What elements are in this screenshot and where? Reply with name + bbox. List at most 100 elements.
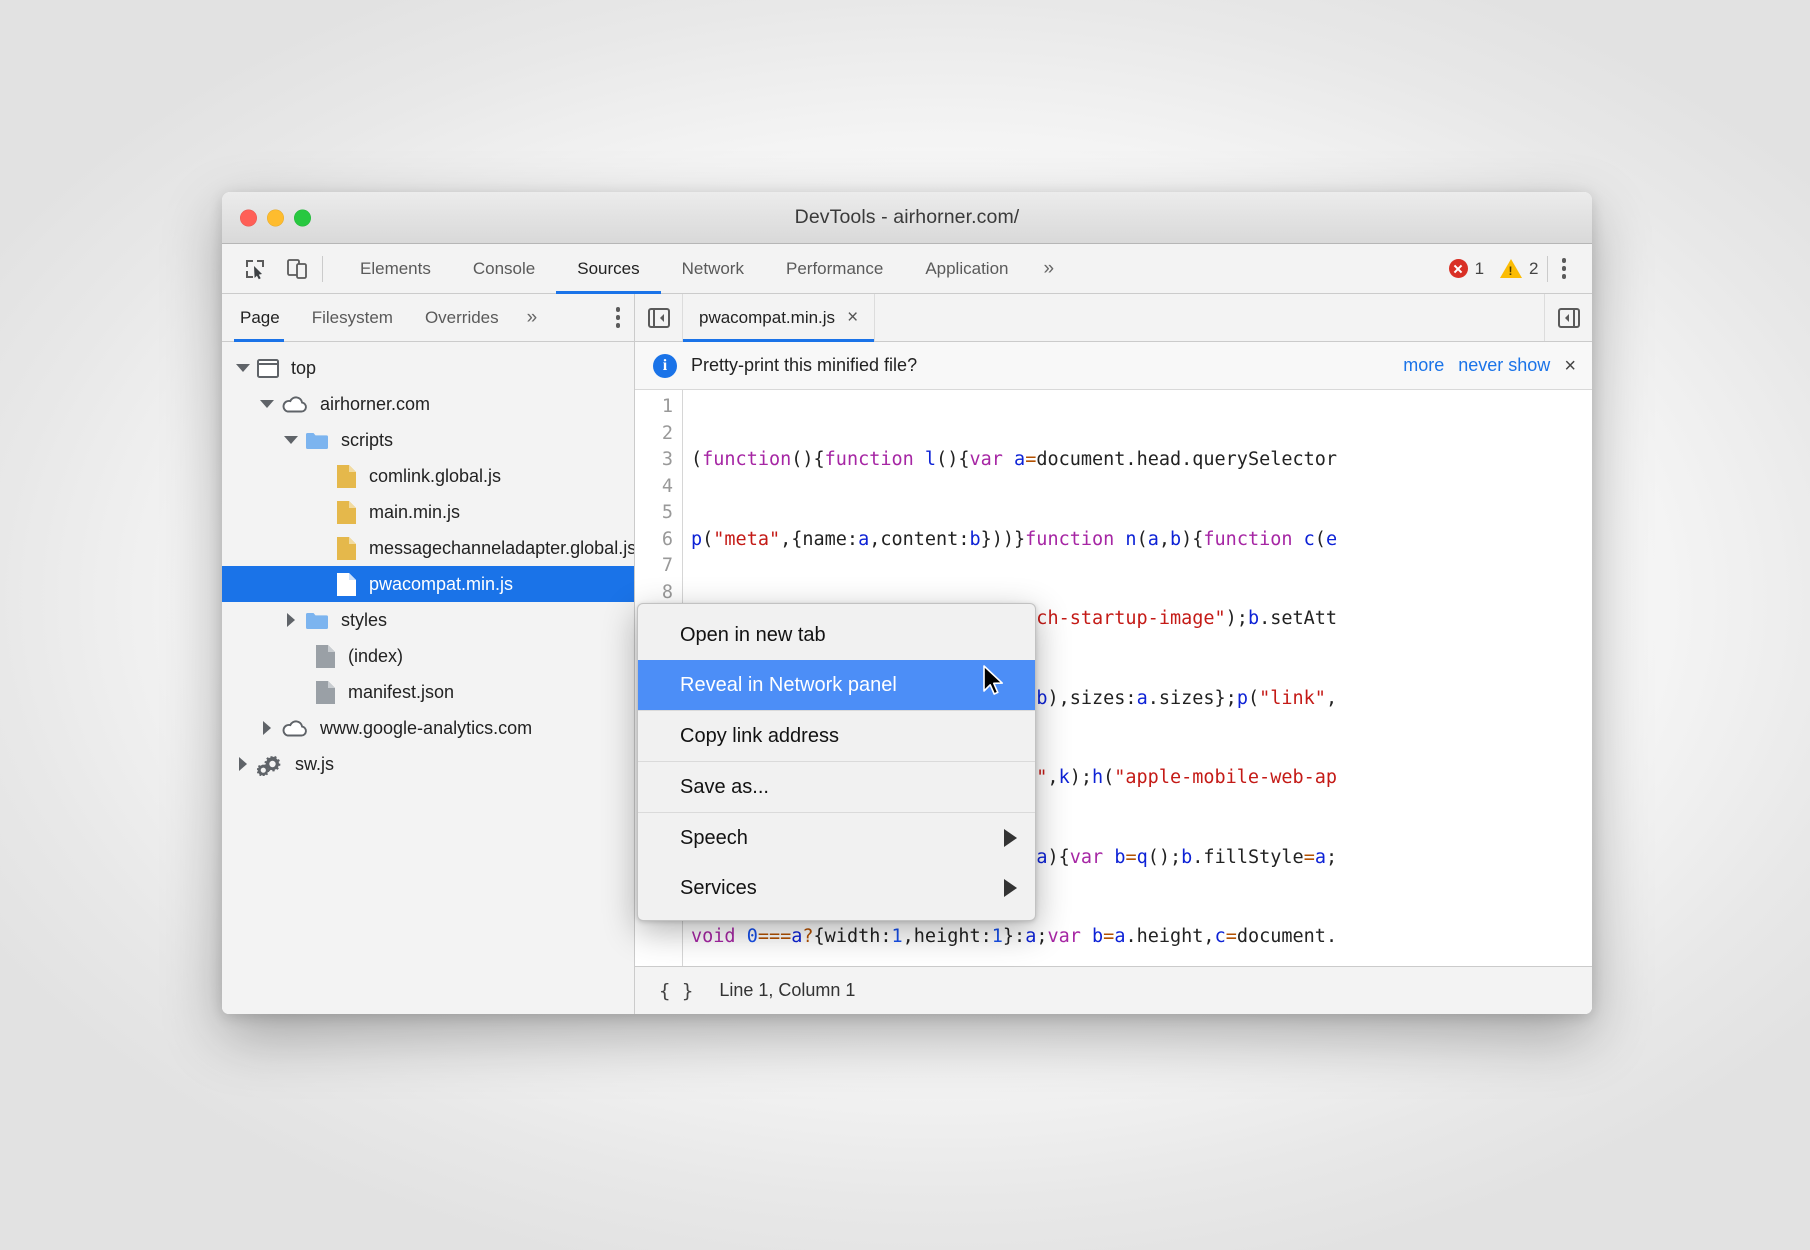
- menu-item-services[interactable]: Services: [638, 863, 1035, 913]
- menu-item-open-in-new-tab[interactable]: Open in new tab: [638, 610, 1035, 660]
- tree-item-label: manifest.json: [348, 682, 454, 703]
- zoom-window-button[interactable]: [294, 209, 311, 226]
- chevron-down-icon[interactable]: [284, 433, 298, 447]
- infobar-message: Pretty-print this minified file?: [691, 355, 917, 376]
- code-line: p("meta",{name:a,content:b}))}function n…: [691, 527, 1592, 554]
- editor-tab-label: pwacompat.min.js: [699, 308, 835, 328]
- tree-spacer: [315, 577, 329, 591]
- frame-icon: [257, 359, 279, 378]
- tab-network[interactable]: Network: [661, 244, 765, 293]
- infobar-more-link[interactable]: more: [1403, 355, 1444, 376]
- submenu-arrow-icon: [1004, 829, 1017, 847]
- traffic-light-buttons: [240, 209, 311, 226]
- tree-item-main-min-js[interactable]: main.min.js: [222, 494, 634, 530]
- tree-item-label: scripts: [341, 430, 393, 451]
- collapse-sidebar-icon[interactable]: [635, 294, 683, 341]
- code-line: (function(){function l(){var a=document.…: [691, 447, 1592, 474]
- tree-item-top[interactable]: top: [222, 350, 634, 386]
- menu-item-label: Reveal in Network panel: [680, 674, 897, 697]
- menu-item-speech[interactable]: Speech: [638, 813, 1035, 863]
- warning-count-badge[interactable]: 2: [1492, 259, 1546, 279]
- tree-item-label: main.min.js: [369, 502, 460, 523]
- chevron-down-icon[interactable]: [260, 397, 274, 411]
- tree-item-label: top: [291, 358, 316, 379]
- context-menu-group: Save as...: [638, 762, 1035, 813]
- tree-item-messagechanneladapter-global-js[interactable]: messagechanneladapter.global.js: [222, 530, 634, 566]
- tab-application-label: Application: [925, 259, 1008, 279]
- chevron-right-icon[interactable]: [284, 613, 298, 627]
- context-menu[interactable]: Open in new tab Reveal in Network panel …: [637, 603, 1036, 921]
- document-icon: [315, 680, 336, 705]
- tree-item-sw-js[interactable]: sw.js: [222, 746, 634, 782]
- screenshot-root: DevTools - airhorner.com/: [0, 0, 1810, 1250]
- close-infobar-icon[interactable]: ×: [1564, 356, 1576, 376]
- chevron-right-icon[interactable]: [236, 757, 250, 771]
- device-toolbar-icon[interactable]: [278, 250, 316, 288]
- infobar-never-show-link[interactable]: never show: [1458, 355, 1550, 376]
- tree-item-manifest-json[interactable]: manifest.json: [222, 674, 634, 710]
- code-line: void 0===a?{width:1,height:1}:a;var b=a.…: [691, 924, 1592, 951]
- tree-item-airhorner[interactable]: airhorner.com: [222, 386, 634, 422]
- more-nav-tabs-chevron-icon[interactable]: »: [515, 294, 550, 341]
- file-tree: top airhorner.com: [222, 342, 634, 1014]
- js-file-icon: [336, 464, 357, 489]
- close-tab-icon[interactable]: ×: [847, 308, 858, 327]
- tree-item-label: styles: [341, 610, 387, 631]
- inspect-element-icon[interactable]: [236, 250, 274, 288]
- nav-tab-filesystem[interactable]: Filesystem: [296, 294, 409, 341]
- tree-item-scripts[interactable]: scripts: [222, 422, 634, 458]
- error-circle-icon: [1449, 259, 1468, 278]
- tab-console[interactable]: Console: [452, 244, 556, 293]
- kebab-menu-icon[interactable]: [1548, 258, 1581, 279]
- line-number: 6: [635, 527, 673, 554]
- js-file-icon: [336, 500, 357, 525]
- tab-elements[interactable]: Elements: [339, 244, 452, 293]
- js-file-icon-selected: [336, 572, 357, 597]
- menu-item-copy-link-address[interactable]: Copy link address: [638, 711, 1035, 761]
- tree-item-pwacompat-min-js[interactable]: pwacompat.min.js: [222, 566, 634, 602]
- menu-item-reveal-in-network-panel[interactable]: Reveal in Network panel: [638, 660, 1035, 710]
- show-drawer-icon[interactable]: [1544, 294, 1592, 341]
- chevron-down-icon[interactable]: [236, 361, 250, 375]
- tab-performance-label: Performance: [786, 259, 883, 279]
- minimize-window-button[interactable]: [267, 209, 284, 226]
- pretty-print-braces-icon[interactable]: { }: [659, 980, 693, 1002]
- tree-item-index[interactable]: (index): [222, 638, 634, 674]
- error-count-badge[interactable]: 1: [1441, 259, 1492, 279]
- chevron-right-icon[interactable]: [260, 721, 274, 735]
- more-panels-chevron-icon[interactable]: »: [1029, 244, 1068, 293]
- tab-sources[interactable]: Sources: [556, 244, 660, 293]
- line-number: 7: [635, 553, 673, 580]
- tree-item-comlink-global-js[interactable]: comlink.global.js: [222, 458, 634, 494]
- devtools-main-toolbar: Elements Console Sources Network Perform…: [222, 244, 1592, 294]
- toolbar-right-group: 1 2: [1441, 244, 1592, 293]
- tree-item-styles[interactable]: styles: [222, 602, 634, 638]
- tab-performance[interactable]: Performance: [765, 244, 904, 293]
- tree-item-google-analytics[interactable]: www.google-analytics.com: [222, 710, 634, 746]
- editor-tab-pwacompat[interactable]: pwacompat.min.js ×: [683, 294, 875, 341]
- more-nav-tabs-label: »: [527, 307, 538, 329]
- nav-tab-overrides[interactable]: Overrides: [409, 294, 515, 341]
- tab-console-label: Console: [473, 259, 535, 279]
- menu-item-label: Save as...: [680, 776, 769, 799]
- toolbar-icon-group: [222, 244, 339, 293]
- nav-tab-page-label: Page: [240, 308, 280, 328]
- nav-tab-filesystem-label: Filesystem: [312, 308, 393, 328]
- nav-tab-page[interactable]: Page: [222, 294, 296, 341]
- menu-item-label: Copy link address: [680, 725, 839, 748]
- navigator-pane: Page Filesystem Overrides » top: [222, 294, 635, 1014]
- tab-application[interactable]: Application: [904, 244, 1029, 293]
- warning-triangle-icon: [1500, 259, 1522, 278]
- tree-item-label: www.google-analytics.com: [320, 718, 532, 739]
- panel-tab-list: Elements Console Sources Network Perform…: [339, 244, 1068, 293]
- navigator-tab-list: Page Filesystem Overrides »: [222, 294, 634, 342]
- tree-item-label: (index): [348, 646, 403, 667]
- menu-item-save-as[interactable]: Save as...: [638, 762, 1035, 812]
- navigator-kebab-menu-icon[interactable]: [602, 307, 635, 328]
- cloud-icon: [281, 719, 308, 738]
- context-menu-group: Speech Services: [638, 813, 1035, 913]
- editor-status-bar: { } Line 1, Column 1: [635, 966, 1592, 1014]
- line-number: 2: [635, 421, 673, 448]
- more-panels-label: »: [1043, 258, 1054, 280]
- close-window-button[interactable]: [240, 209, 257, 226]
